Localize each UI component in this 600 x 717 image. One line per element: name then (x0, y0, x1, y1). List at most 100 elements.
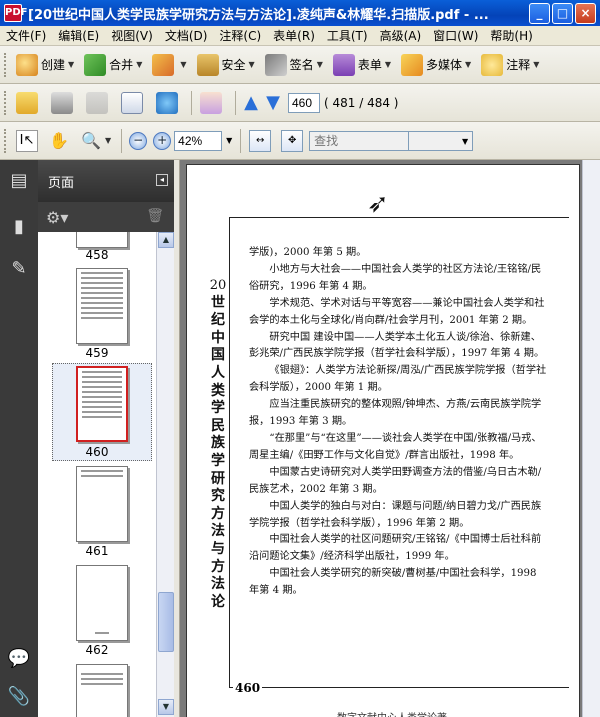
multimedia-button[interactable]: 多媒体 ▼ (397, 51, 475, 79)
signatures-icon[interactable]: ✎ (6, 256, 32, 282)
page-thumbnail-461[interactable] (76, 466, 128, 542)
gear-icon[interactable]: ⚙▾ (46, 208, 68, 227)
search-dropdown-button[interactable]: ▼ (409, 130, 474, 151)
comment-label: 注释 (506, 58, 531, 72)
print-button[interactable] (47, 89, 80, 117)
forms-button[interactable]: 表单 ▼ (329, 51, 395, 79)
zoom-dropdown-button[interactable]: ▼ (222, 131, 236, 151)
zoom-in-button[interactable]: + (153, 131, 172, 150)
menu-view[interactable]: 视图(V) (105, 27, 159, 44)
toolbar-grip[interactable] (4, 128, 8, 153)
vertical-book-title: 20 世 纪 中 国 人 类 学 民 族 学 研 究 方 法 与 方 法 论 (207, 277, 229, 611)
menu-comments[interactable]: 注释(C) (213, 27, 267, 44)
comment-button[interactable]: 注释 ▼ (477, 51, 543, 79)
vertical-title-char: 法 (211, 576, 225, 593)
create-label: 创建 (41, 58, 66, 72)
zoom-level-input[interactable] (174, 130, 223, 151)
thumbnail-label: 460 (85, 445, 109, 459)
toolbar-separator (240, 128, 242, 153)
scroll-down-button[interactable]: ▼ (158, 699, 174, 715)
web-button[interactable] (152, 89, 185, 117)
hand-icon: ✋ (49, 130, 69, 150)
document-scrollbar[interactable] (582, 160, 600, 717)
page-body-text: 学版)，2000 年第 5 期。 小地方与大社会——中国社会人类学的社区方法论/… (249, 245, 547, 600)
comments-icon[interactable]: 💬 (6, 646, 32, 672)
open-button[interactable] (12, 89, 45, 117)
vertical-title-number: 20 (209, 278, 227, 293)
toolbar-grip[interactable] (4, 90, 8, 115)
hand-tool-button[interactable]: ✋ (44, 127, 74, 155)
panel-splitter[interactable] (174, 160, 180, 717)
fit-page-button[interactable]: ✥ (277, 127, 307, 155)
vertical-title-char: 方 (211, 505, 225, 522)
fit-width-button[interactable]: ↔ (245, 127, 275, 155)
merge-button[interactable]: 合并 ▼ (80, 51, 146, 79)
vertical-title-char: 法 (211, 523, 225, 540)
window-controls: _ □ × (529, 3, 596, 24)
zoom-out-button[interactable]: − (129, 131, 148, 150)
page-thumbnail-462[interactable] (76, 565, 128, 641)
page-thumbnail-460[interactable] (76, 366, 128, 442)
reference-entry: 小地方与大社会——中国社会人类学的社区方法论/王铭铭/民俗研究，1996 年第 … (249, 263, 542, 292)
menu-forms[interactable]: 表单(R) (267, 27, 321, 44)
page-thumbnail-next[interactable] (76, 664, 128, 717)
page-thumbnail-458[interactable] (76, 232, 128, 248)
pages-panel-title: 页面 (48, 175, 75, 191)
trash-icon[interactable]: 🗑 (146, 208, 164, 224)
close-button[interactable]: × (575, 3, 596, 24)
menu-edit[interactable]: 编辑(E) (52, 27, 105, 44)
folder-icon (16, 91, 38, 114)
pdf-page: ➶ 20 世 纪 中 国 人 类 学 民 族 学 研 究 方 法 与 方 法 论… (186, 164, 580, 717)
scroll-up-button[interactable]: ▲ (158, 232, 174, 248)
menu-file[interactable]: 文件(F) (0, 27, 52, 44)
menu-window[interactable]: 窗口(W) (427, 27, 484, 44)
collapse-panel-button[interactable]: ◂ (156, 174, 168, 186)
pen-icon (264, 53, 287, 76)
previous-page-button[interactable]: ▲ (240, 92, 262, 114)
page-number-input[interactable] (288, 92, 320, 113)
vertical-title-char: 国 (211, 347, 225, 364)
page-number: 460 (233, 681, 263, 695)
email-icon (121, 91, 143, 114)
reference-entry: 中国社会人类学的社区问题研究/王铭铭/《中国博士后社科前沿问题论文集》/经济科学… (249, 534, 542, 563)
page-thumbnail-459[interactable] (76, 268, 128, 344)
sign-button[interactable]: 签名 ▼ (261, 51, 327, 79)
toolbar-separator (191, 90, 192, 115)
menu-help[interactable]: 帮助(H) (484, 27, 538, 44)
page-count-label: ( 481 / 484 ) (324, 95, 399, 110)
forms-label: 表单 (357, 58, 382, 72)
next-page-button[interactable]: ▼ (262, 92, 284, 114)
scrollbar-thumb[interactable] (158, 592, 174, 652)
menu-document[interactable]: 文档(D) (159, 27, 214, 44)
multimedia-label: 多媒体 (426, 58, 463, 72)
select-tool-button[interactable]: I↖ (12, 127, 42, 155)
reference-entry: “在那里”与“在这里”——谈社会人类学在中国/张教福/马戎、周星主编/《田野工作… (249, 432, 542, 461)
email-button[interactable] (117, 89, 150, 117)
maximize-button[interactable]: □ (552, 3, 573, 24)
merge-label: 合并 (109, 58, 134, 72)
vertical-title-char: 究 (211, 488, 225, 505)
secure-button[interactable]: 安全 ▼ (193, 51, 259, 79)
attachments-icon[interactable]: 📎 (6, 684, 32, 710)
pages-icon[interactable]: ▤ (6, 168, 32, 194)
page-thumbnails: 458 459 460 461 462 (38, 232, 156, 717)
vertical-title-char: 学 (211, 400, 225, 417)
menu-advanced[interactable]: 高级(A) (374, 27, 428, 44)
chevron-down-icon: ▼ (105, 136, 112, 145)
thumbnail-label: 458 (85, 248, 109, 262)
search-input[interactable] (309, 130, 410, 151)
reference-entry: 学术规范、学术对话与平等宽容——兼论中国社会人类学和社会学的本土化与全球化/肖向… (249, 297, 545, 326)
toolbar-grip[interactable] (4, 52, 8, 77)
chart-button[interactable] (196, 89, 229, 117)
save-button[interactable] (82, 89, 115, 117)
collaborate-button[interactable]: ▼ (148, 51, 190, 79)
minimize-button[interactable]: _ (529, 3, 550, 24)
bookmarks-icon[interactable]: ▮ (6, 214, 32, 240)
thumbnails-scrollbar[interactable]: ▲ ▼ (156, 232, 174, 717)
chevron-down-icon: ▼ (248, 60, 255, 69)
zoom-tool-button[interactable]: 🔍 ▼ (76, 127, 115, 155)
reference-entry: 中国人类学的独白与对白：课题与问题/纳日碧力戈/广西民族学院学报（哲学社会科学版… (249, 500, 542, 529)
toolbar-separator (235, 90, 236, 115)
menu-tools[interactable]: 工具(T) (321, 27, 374, 44)
create-button[interactable]: 创建 ▼ (12, 51, 78, 79)
